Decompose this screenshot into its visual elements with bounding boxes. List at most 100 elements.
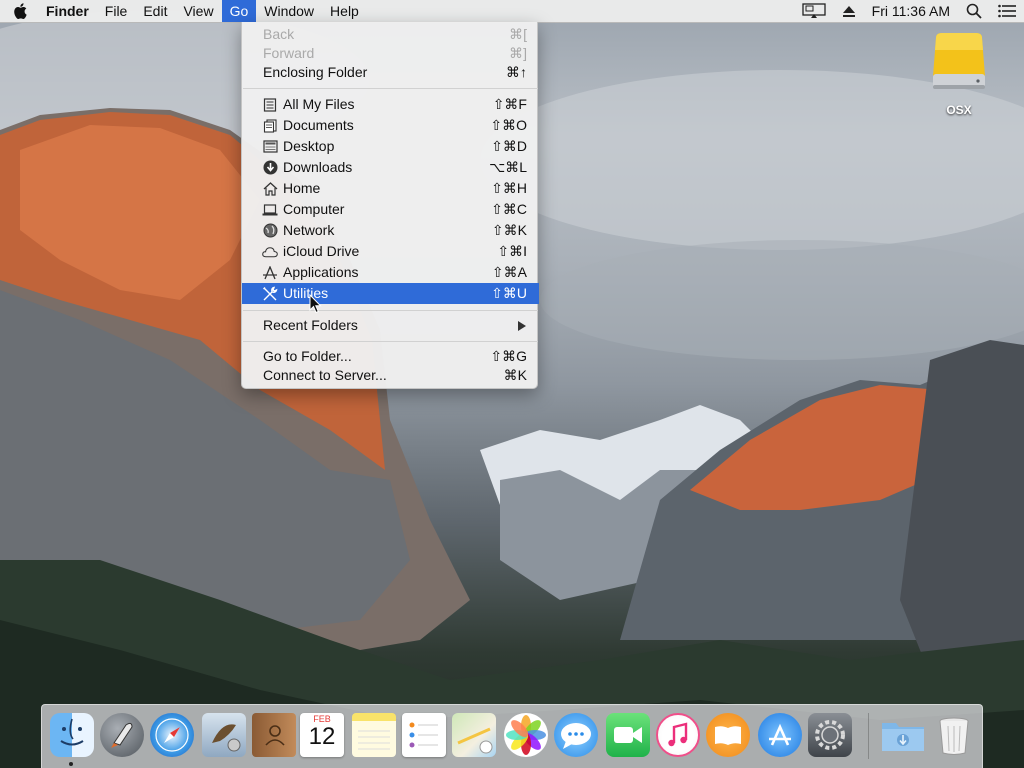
maps-icon[interactable] xyxy=(452,713,496,757)
menu-item-shortcut: ⇧⌘D xyxy=(491,138,527,154)
dock-divider xyxy=(868,713,869,759)
menu-item-shortcut: ⇧⌘I xyxy=(497,243,527,259)
menubar-clock[interactable]: Fri 11:36 AM xyxy=(864,0,958,22)
menu-item-enclosing-folder[interactable]: Enclosing Folder ⌘↑ xyxy=(242,62,539,83)
menu-item-go-to-folder[interactable]: Go to Folder... ⇧⌘G xyxy=(242,346,539,367)
menu-item-label: Home xyxy=(283,180,321,196)
network-icon xyxy=(262,223,278,238)
menu-go[interactable]: Go xyxy=(221,0,257,22)
menu-item-shortcut: ⌥⌘L xyxy=(489,159,527,175)
menu-item-shortcut: ⇧⌘A xyxy=(491,264,527,280)
apple-menu[interactable] xyxy=(0,0,40,22)
menu-item-label: Enclosing Folder xyxy=(263,64,368,80)
menu-item-label: Computer xyxy=(283,201,345,217)
finder-app-menu[interactable]: Finder xyxy=(40,0,97,22)
osx-drive[interactable]: OSX xyxy=(926,30,992,120)
menu-item-shortcut: ⇧⌘C xyxy=(491,201,527,217)
facetime-icon[interactable] xyxy=(606,713,650,757)
mouse-pointer-icon xyxy=(309,294,322,314)
menu-item-label: Back xyxy=(263,26,295,42)
airplay-display-icon xyxy=(802,3,826,18)
mail-icon[interactable] xyxy=(202,713,246,757)
menu-item-label: Desktop xyxy=(283,138,335,154)
menu-item-shortcut: ⌘K xyxy=(503,367,527,383)
all-my-files-icon xyxy=(262,97,278,112)
search-icon xyxy=(966,3,982,19)
menu-item-desktop[interactable]: Desktop ⇧⌘D xyxy=(242,136,539,157)
menu-help[interactable]: Help xyxy=(322,0,367,22)
airplay-display-menu[interactable] xyxy=(794,0,834,22)
computer-icon xyxy=(262,202,278,217)
menu-item-shortcut: ⌘] xyxy=(509,45,527,61)
menu-item-network[interactable]: Network ⇧⌘K xyxy=(242,220,539,241)
photos-icon[interactable] xyxy=(504,713,548,757)
menu-item-label: Connect to Server... xyxy=(263,367,387,383)
desktop-icon xyxy=(262,139,278,154)
menu-item-label: Go to Folder... xyxy=(263,348,352,364)
ibooks-icon[interactable] xyxy=(706,713,750,757)
menu-item-shortcut: ⇧⌘G xyxy=(490,348,527,364)
launchpad-icon[interactable] xyxy=(100,713,144,757)
dock: FEB 12 xyxy=(41,704,983,768)
menu-item-shortcut: ⇧⌘K xyxy=(491,222,527,238)
notes-icon[interactable] xyxy=(352,713,396,757)
app-store-icon[interactable] xyxy=(758,713,802,757)
menu-window[interactable]: Window xyxy=(256,0,322,22)
calendar-day: 12 xyxy=(308,723,336,750)
menu-item-home[interactable]: Home ⇧⌘H xyxy=(242,178,539,199)
menu-item-label: Downloads xyxy=(283,159,353,175)
menu-item-shortcut: ⌘↑ xyxy=(506,64,527,80)
drive-label: OSX xyxy=(946,103,972,117)
menu-separator xyxy=(243,310,538,311)
calendar-icon[interactable]: FEB 12 xyxy=(300,713,344,757)
notification-list-icon xyxy=(998,4,1016,18)
menu-item-all-my-files[interactable]: All My Files ⇧⌘F xyxy=(242,94,539,115)
trash-icon[interactable] xyxy=(932,713,976,757)
menu-item-connect-to-server[interactable]: Connect to Server... ⌘K xyxy=(242,365,539,386)
menu-item-label: Applications xyxy=(283,264,359,280)
hard-drive-icon xyxy=(933,33,985,89)
contacts-icon[interactable] xyxy=(252,713,296,757)
icloud-icon xyxy=(262,244,278,259)
spotlight-button[interactable] xyxy=(958,0,990,22)
menu-item-label: Forward xyxy=(263,45,315,61)
menu-item-label: Recent Folders xyxy=(263,317,358,333)
downloads-icon xyxy=(262,160,278,175)
menu-item-label: iCloud Drive xyxy=(283,243,360,259)
itunes-icon[interactable] xyxy=(656,713,700,757)
reminders-icon[interactable] xyxy=(402,713,446,757)
documents-icon xyxy=(262,118,278,133)
menu-item-icloud-drive[interactable]: iCloud Drive ⇧⌘I xyxy=(242,241,539,262)
menu-item-utilities[interactable]: Utilities ⇧⌘U xyxy=(242,283,539,304)
menu-item-forward[interactable]: Forward ⌘] xyxy=(242,43,539,64)
menu-file[interactable]: File xyxy=(97,0,136,22)
menu-item-shortcut: ⇧⌘O xyxy=(490,117,527,133)
downloads-folder-icon[interactable] xyxy=(880,713,924,757)
submenu-arrow-icon xyxy=(518,321,526,331)
apple-icon xyxy=(14,3,27,19)
safari-icon[interactable] xyxy=(150,713,194,757)
menu-item-shortcut: ⇧⌘F xyxy=(492,96,527,112)
eject-icon xyxy=(842,6,855,17)
menu-edit[interactable]: Edit xyxy=(135,0,175,22)
menu-item-recent-folders[interactable]: Recent Folders xyxy=(242,315,539,336)
menu-item-downloads[interactable]: Downloads ⌥⌘L xyxy=(242,157,539,178)
applications-icon xyxy=(262,265,278,280)
menu-item-label: Documents xyxy=(283,117,354,133)
finder-icon[interactable] xyxy=(50,713,94,757)
system-preferences-icon[interactable] xyxy=(808,713,852,757)
utilities-icon xyxy=(262,286,278,301)
menu-item-shortcut: ⌘[ xyxy=(509,26,527,42)
go-menu-dropdown: Back ⌘[ Forward ⌘] Enclosing Folder ⌘↑ A… xyxy=(241,22,539,389)
menu-item-label: Network xyxy=(283,222,335,238)
menu-view[interactable]: View xyxy=(175,0,221,22)
home-icon xyxy=(262,181,278,196)
menu-item-computer[interactable]: Computer ⇧⌘C xyxy=(242,199,539,220)
eject-menu[interactable] xyxy=(834,0,864,22)
notification-center-button[interactable] xyxy=(990,0,1024,22)
messages-icon[interactable] xyxy=(554,713,598,757)
menu-item-applications[interactable]: Applications ⇧⌘A xyxy=(242,262,539,283)
menu-separator xyxy=(243,88,538,89)
menu-item-documents[interactable]: Documents ⇧⌘O xyxy=(242,115,539,136)
menu-item-back[interactable]: Back ⌘[ xyxy=(242,24,539,45)
